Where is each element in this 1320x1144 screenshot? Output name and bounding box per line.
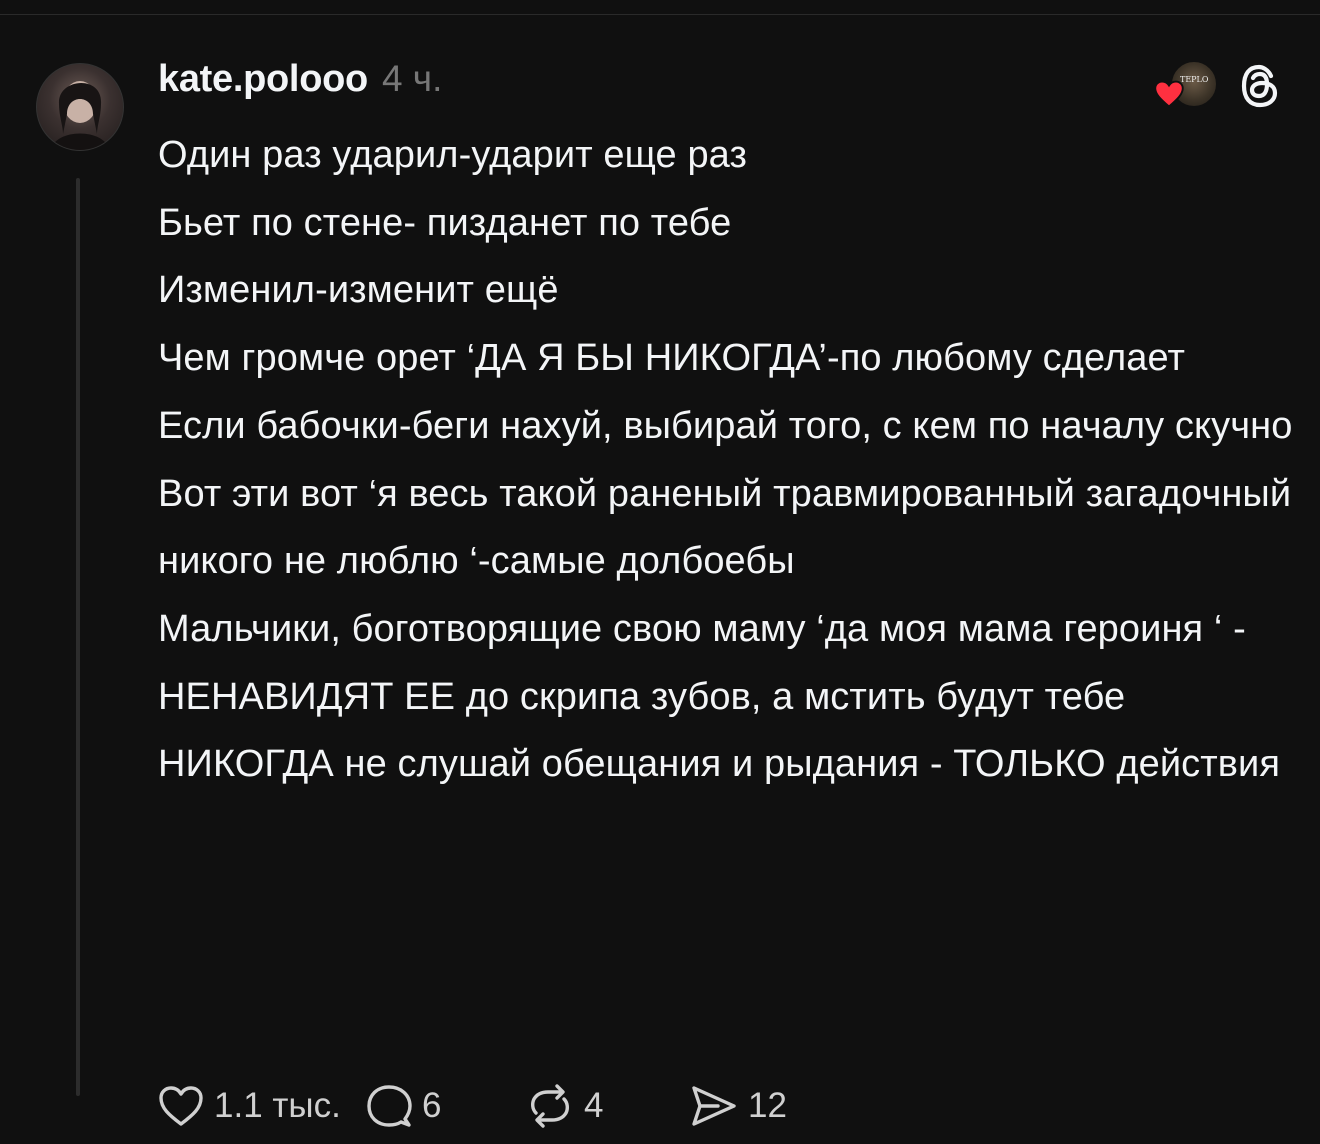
post-line: Если бабочки-беги нахуй, выбирай того, с…	[158, 404, 1293, 447]
post-line: Чем громче орет ‘ДА Я БЫ НИКОГДА’-по люб…	[158, 337, 1185, 380]
username[interactable]: kate.polooo	[158, 58, 368, 101]
repost-count: 4	[584, 1086, 604, 1125]
post-line: НИКОГДА не слушай обещания и рыдания - Т…	[158, 743, 1281, 786]
heart-outline-icon	[159, 1086, 203, 1126]
speech-bubble-icon	[367, 1085, 412, 1127]
repost-arrows-icon	[530, 1084, 570, 1128]
share-button[interactable]: 12	[690, 1083, 810, 1129]
thread-line	[76, 178, 80, 1096]
post-line: Один раз ударил-ударит еще раз	[158, 134, 748, 176]
paper-plane-icon	[692, 1086, 736, 1126]
reply-button[interactable]: 6	[366, 1083, 526, 1129]
post-header: kate.polooo 4 ч.	[158, 58, 442, 108]
liker-avatar-text: TEPLO	[1180, 75, 1209, 84]
top-divider	[0, 14, 1320, 15]
author-photo	[51, 81, 109, 150]
post-line: Изменил-изменит ещё	[158, 269, 559, 312]
repost-button[interactable]: 4	[526, 1083, 690, 1129]
post-line: Бьет по стене- пизданет по тебе	[158, 201, 732, 244]
post-line: Вот эти вот ‘я весь такой раненый травми…	[158, 472, 1292, 583]
like-count: 1.1 тыс.	[214, 1086, 341, 1125]
heart-badge-icon	[1154, 80, 1184, 108]
like-button[interactable]: 1.1 тыс.	[158, 1084, 366, 1128]
threads-logo-icon[interactable]	[1238, 62, 1282, 110]
post-line: Мальчики, боготворящие свою маму ‘да моя…	[158, 607, 1246, 718]
share-count: 12	[748, 1086, 787, 1125]
author-avatar[interactable]	[36, 63, 124, 151]
post-top-right: TEPLO	[1146, 58, 1282, 114]
action-bar: 1.1 тыс. 6 4 12	[158, 1078, 810, 1134]
liked-by[interactable]: TEPLO	[1146, 58, 1218, 114]
post-time: 4 ч.	[381, 58, 443, 99]
post-body: Один раз ударил-ударит еще раз Бьет по с…	[158, 122, 1298, 799]
reply-count: 6	[422, 1086, 442, 1125]
